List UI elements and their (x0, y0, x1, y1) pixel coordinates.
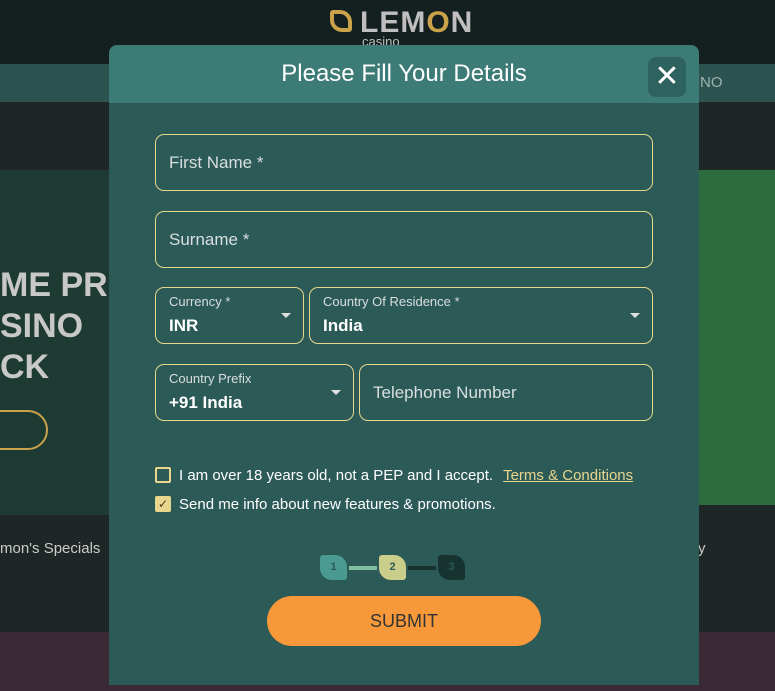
surname-input[interactable]: Surname * (155, 211, 653, 268)
close-icon: ✕ (654, 60, 680, 93)
first-name-input[interactable]: First Name * (155, 134, 653, 191)
details-modal: Please Fill Your Details ✕ First Name * … (109, 45, 699, 685)
banner-button[interactable] (0, 410, 48, 450)
telephone-placeholder: Telephone Number (373, 383, 517, 402)
logo-text-end: N (450, 6, 474, 39)
age-check-text: I am over 18 years old, not a PEP and I … (179, 467, 494, 484)
currency-label: Currency * (169, 294, 231, 309)
prefix-label: Country Prefix (169, 371, 252, 386)
check-icon: ✓ (157, 497, 169, 511)
nav-item[interactable]: NO (700, 74, 723, 91)
step-1-icon: 1 (320, 555, 347, 580)
logo[interactable]: LEMON casino (330, 6, 474, 49)
close-button[interactable]: ✕ (648, 57, 686, 97)
modal-header: Please Fill Your Details ✕ (109, 45, 699, 103)
first-name-placeholder: First Name * (169, 153, 264, 172)
submit-button[interactable]: SUBMIT (267, 596, 541, 646)
roulette-banner (698, 170, 775, 505)
category-label: y (698, 540, 706, 557)
logo-accent: O (426, 6, 451, 39)
step-connector (408, 565, 436, 570)
step-3-icon: 3 (438, 555, 465, 580)
prefix-value: +91 India (169, 393, 243, 412)
chevron-down-icon (281, 313, 291, 318)
currency-value: INR (169, 316, 199, 335)
step-connector (349, 565, 377, 570)
country-label: Country Of Residence * (323, 294, 460, 309)
leaf-icon (330, 10, 352, 32)
telephone-input[interactable]: Telephone Number (359, 364, 653, 421)
age-checkbox[interactable] (155, 467, 171, 483)
specials-label: mon's Specials (0, 540, 101, 557)
step-2-icon: 2 (379, 555, 406, 580)
currency-select[interactable]: Currency * INR (155, 287, 304, 344)
chevron-down-icon (630, 313, 640, 318)
promo-checkbox[interactable]: ✓ (155, 496, 171, 512)
surname-placeholder: Surname * (169, 230, 250, 249)
prefix-select[interactable]: Country Prefix +91 India (155, 364, 354, 421)
promo-check-label: Send me info about new features & promot… (179, 496, 496, 513)
modal-title: Please Fill Your Details (281, 60, 527, 87)
step-indicator: 1 2 3 (320, 555, 465, 580)
age-check-label: I am over 18 years old, not a PEP and I … (179, 467, 633, 484)
chevron-down-icon (331, 390, 341, 395)
country-value: India (323, 316, 363, 335)
terms-link[interactable]: Terms & Conditions (503, 467, 633, 484)
country-select[interactable]: Country Of Residence * India (309, 287, 653, 344)
